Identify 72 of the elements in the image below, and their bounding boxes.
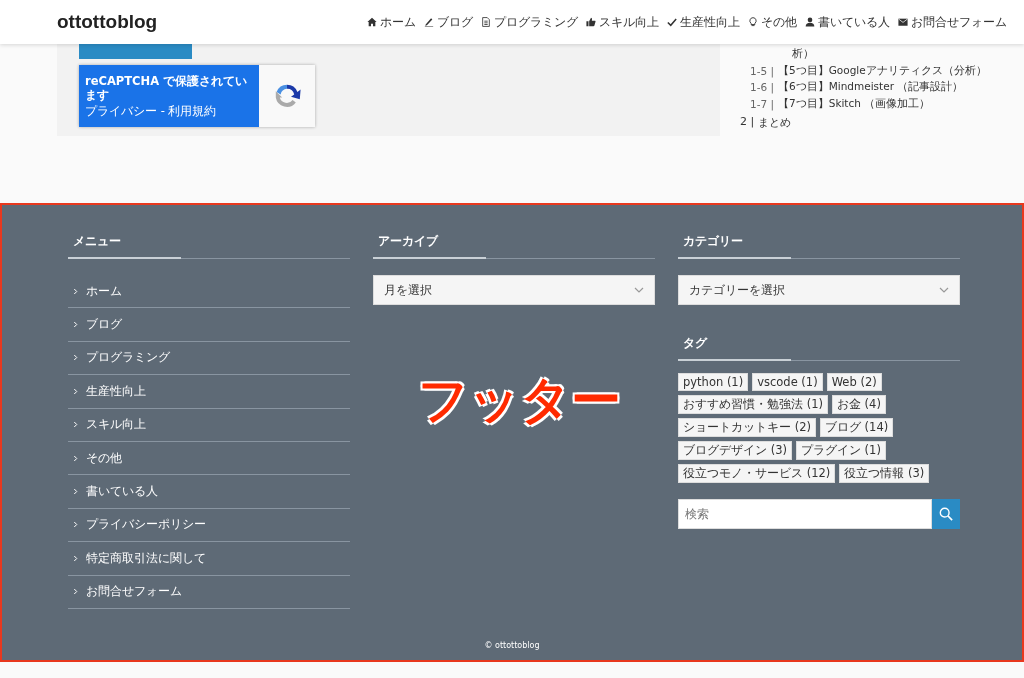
check-icon	[667, 17, 677, 27]
toc-link[interactable]: 【7つ目】Skitch （画像加工）	[778, 97, 931, 112]
toc-number: 2 |	[740, 115, 755, 131]
lightbulb-icon	[748, 17, 758, 27]
tag-link[interactable]: ブログ (14)	[819, 418, 894, 437]
footer-menu-item[interactable]: 特定商取引法に関して	[68, 542, 350, 576]
footer-menu-item[interactable]: ホーム	[68, 275, 350, 309]
toc-link[interactable]: まとめ	[758, 115, 792, 131]
tag-link[interactable]: vscode (1)	[752, 373, 823, 391]
footer-menu-item[interactable]: ブログ	[68, 308, 350, 342]
recaptcha-text: reCAPTCHA で保護されています	[85, 73, 249, 102]
pencil-icon	[424, 17, 434, 27]
nav-link[interactable]: ブログ	[424, 13, 473, 31]
recaptcha-links[interactable]: プライバシー - 利用規約	[85, 103, 253, 119]
toc-link[interactable]: 【6つ目】Mindmeister （記事設計）	[778, 80, 964, 95]
search-field[interactable]: 検索	[678, 499, 932, 529]
tag-link[interactable]: おすすめ習慣・勉強法 (1)	[678, 395, 828, 414]
nav-link[interactable]: プログラミング	[481, 13, 578, 31]
widget-title: アーカイブ	[373, 233, 655, 259]
chevron-icon	[73, 454, 78, 462]
nav-link[interactable]: その他	[748, 13, 797, 31]
annotation-label: フッター	[418, 375, 621, 425]
footer-menu-item[interactable]: スキル向上	[68, 408, 350, 442]
envelope-icon	[898, 17, 908, 27]
footer-menu-item[interactable]: プログラミング	[68, 341, 350, 376]
caret-icon	[634, 287, 644, 293]
document-icon	[481, 17, 491, 27]
chevron-icon	[73, 588, 78, 596]
nav-link[interactable]: ホーム	[367, 13, 416, 31]
toc-link[interactable]: 析）	[792, 47, 814, 62]
tag-link[interactable]: Web (2)	[826, 373, 882, 391]
tag-link[interactable]: ブログデザイン (3)	[678, 441, 792, 460]
chevron-icon	[73, 387, 78, 395]
footer-menu-item[interactable]: プライバシーポリシー	[68, 508, 350, 543]
widget-title: メニュー	[68, 233, 350, 259]
chevron-icon	[73, 554, 78, 562]
footer-menu-item[interactable]: 生産性向上	[68, 375, 350, 409]
tag-link[interactable]: 役立つモノ・サービス (12)	[678, 464, 836, 483]
footer-menu-item[interactable]: お問合せフォーム	[68, 575, 350, 609]
tag-link[interactable]: 役立つ情報 (3)	[839, 464, 930, 483]
copyright: © ottottoblog	[483, 641, 541, 650]
chevron-icon	[73, 521, 78, 529]
chevron-icon	[73, 321, 78, 329]
tag-link[interactable]: python (1)	[678, 373, 749, 391]
nav-link[interactable]: お問合せフォーム	[898, 13, 1007, 31]
tag-link[interactable]: プラグイン (1)	[795, 441, 886, 460]
widget-title: タグ	[678, 335, 960, 361]
toc-link[interactable]: 【5つ目】Googleアナリティクス（分析）	[778, 63, 987, 78]
thumbs-up-icon	[586, 17, 596, 27]
home-icon	[367, 17, 377, 27]
footer-menu-item[interactable]: 書いている人	[68, 475, 350, 509]
archive-select[interactable]: 月を選択	[373, 275, 655, 305]
chevron-icon	[73, 354, 78, 362]
search-icon	[939, 507, 953, 521]
toc-number: 1-7 |	[750, 98, 775, 111]
nav-link[interactable]: スキル向上	[586, 13, 659, 31]
chevron-icon	[73, 488, 78, 496]
chevron-icon	[73, 287, 78, 295]
category-select[interactable]: カテゴリーを選択	[678, 275, 960, 305]
toc-number: 1-6 |	[750, 81, 775, 94]
footer-menu-item[interactable]: その他	[68, 441, 350, 476]
chevron-icon	[73, 421, 78, 429]
widget-title: カテゴリー	[678, 233, 960, 259]
caret-icon	[939, 287, 949, 293]
nav-link[interactable]: 生産性向上	[667, 13, 740, 31]
tag-link[interactable]: ショートカットキー (2)	[678, 418, 816, 437]
tag-link[interactable]: お金 (4)	[831, 395, 886, 414]
person-icon	[805, 17, 815, 27]
toc-number: 1-5 |	[750, 64, 775, 77]
site-logo[interactable]: ottottoblog	[57, 11, 158, 33]
search-button[interactable]	[932, 499, 960, 529]
nav-link[interactable]: 書いている人	[805, 13, 890, 31]
